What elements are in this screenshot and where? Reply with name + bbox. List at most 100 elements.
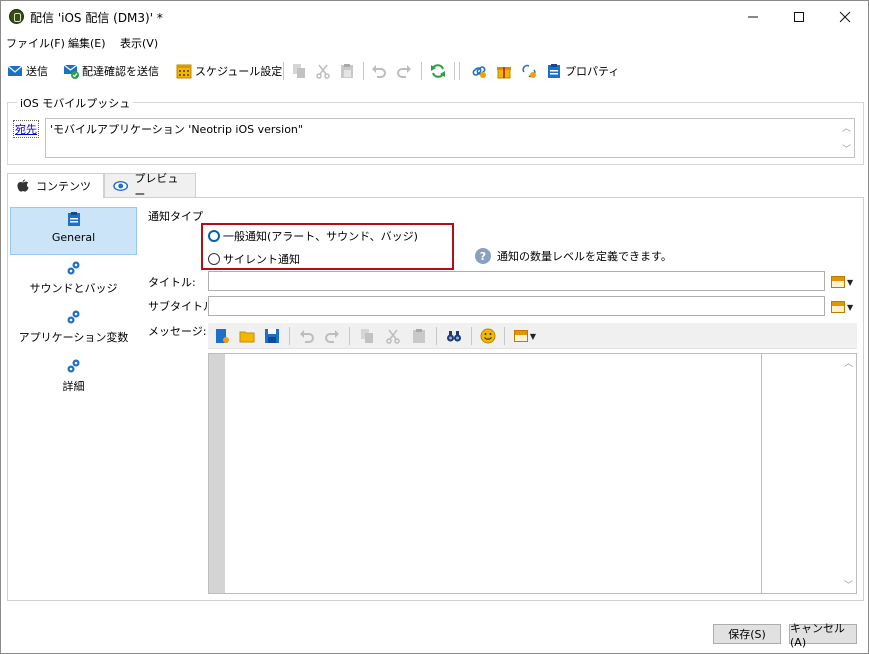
title-label: タイトル: (148, 276, 196, 289)
nav-sound-badge[interactable]: サウンドとバッジ (10, 257, 137, 305)
refresh-button[interactable] (430, 61, 446, 81)
link-button[interactable] (471, 61, 487, 81)
gift-button[interactable] (496, 61, 512, 81)
properties-button[interactable]: プロパティ (546, 61, 619, 81)
nav-app-variables-label: アプリケーション変数 (18, 331, 129, 344)
tab-content[interactable]: コンテンツ (7, 173, 104, 198)
gears-icon (67, 261, 79, 275)
copy-button[interactable] (291, 61, 307, 81)
unlink-button[interactable] (521, 61, 537, 81)
clipboard-icon (548, 64, 560, 78)
redo-icon (397, 65, 411, 78)
toolbar-separator (459, 62, 460, 80)
ios-push-group: iOS モバイルプッシュ 宛先 'モバイルアプリケーション 'Neotrip i… (7, 95, 864, 165)
window-title: 配信 'iOS 配信 (DM3)' * (30, 11, 163, 25)
calendar-icon (176, 64, 192, 79)
save-file-button[interactable] (263, 327, 281, 345)
editor-redo-button[interactable] (323, 327, 341, 345)
copy-icon (361, 329, 373, 343)
apple-icon (17, 179, 29, 192)
schedule-label: スケジュール設定 (195, 65, 283, 78)
radio-standard-notification[interactable]: 一般通知(アラート、サウンド、バッジ) (208, 228, 418, 244)
properties-label: プロパティ (565, 65, 620, 78)
help-hint: ? 通知の数量レベルを定義できます。 (475, 248, 672, 264)
scroll-up-icon[interactable]: ︿ (844, 356, 853, 369)
personalization-icon (831, 301, 845, 313)
toolbar-separator (454, 62, 455, 80)
chevron-down-icon: ▼ (529, 331, 537, 341)
unlink-icon (522, 64, 536, 78)
save-button[interactable]: 保存(S) (713, 624, 781, 644)
scroll-down-icon[interactable]: ﹀ (842, 142, 851, 155)
menu-view[interactable]: 表示(V) (120, 35, 158, 51)
undo-button[interactable] (371, 61, 387, 81)
scroll-down-icon[interactable]: ﹀ (844, 578, 853, 591)
new-document-button[interactable] (213, 327, 231, 345)
send-button[interactable]: 送信 (7, 61, 48, 81)
menu-file[interactable]: ファイル(F) (6, 35, 65, 51)
editor-copy-button[interactable] (358, 327, 376, 345)
to-link[interactable]: 宛先 (13, 120, 39, 138)
maximize-button[interactable] (776, 1, 822, 32)
tab-preview[interactable]: プレビュー (104, 172, 196, 201)
close-icon (839, 11, 851, 22)
editor-paste-button[interactable] (410, 327, 428, 345)
personalization-icon (513, 330, 528, 342)
personalization-icon (831, 276, 845, 288)
emoji-button[interactable] (479, 327, 497, 345)
toolbar-separator (421, 62, 422, 80)
message-editor[interactable]: ︿ ﹀ (208, 353, 857, 594)
paste-button[interactable] (339, 61, 355, 81)
send-proof-button[interactable]: 配達確認を送信 (63, 61, 159, 81)
editor-undo-button[interactable] (298, 327, 316, 345)
menu-edit[interactable]: 編集(E) (68, 35, 106, 51)
editor-cut-button[interactable] (384, 327, 402, 345)
nav-app-variables[interactable]: アプリケーション変数 (10, 306, 137, 354)
radio-standard-label: 一般通知(アラート、サウンド、バッジ) (223, 230, 418, 243)
schedule-button[interactable]: スケジュール設定 (176, 61, 282, 81)
close-button[interactable] (822, 1, 868, 32)
find-button[interactable] (445, 327, 463, 345)
new-document-icon (216, 329, 229, 343)
redo-button[interactable] (396, 61, 412, 81)
copy-icon (293, 64, 305, 78)
delivery-window: 配信 'iOS 配信 (DM3)' * ファイル(F) 編集(E) 表示(V) … (0, 0, 869, 654)
toolbar-separator (283, 62, 284, 80)
paste-icon (341, 64, 353, 78)
folder-icon (239, 331, 255, 343)
minimize-button[interactable] (730, 1, 776, 32)
link-icon (472, 66, 486, 78)
message-toolbar: ▼ (208, 323, 857, 349)
open-folder-button[interactable] (238, 327, 256, 345)
chevron-down-icon: ▼ (847, 302, 854, 312)
undo-icon (300, 330, 314, 343)
editor-divider (761, 354, 762, 593)
send-label: 送信 (26, 65, 48, 78)
nav-general[interactable]: General (10, 207, 137, 255)
gears-icon (67, 310, 79, 324)
help-icon: ? (475, 248, 491, 264)
editor-personalization-button[interactable]: ▼ (511, 327, 539, 345)
envelope-icon (7, 65, 23, 76)
radio-silent-notification[interactable]: サイレント通知 (208, 251, 300, 267)
recipient-field[interactable]: 'モバイルアプリケーション 'Neotrip iOS version" ︿ ﹀ (45, 118, 855, 158)
cancel-button[interactable]: キャンセル(A) (789, 622, 857, 649)
nav-sound-badge-label: サウンドとバッジ (29, 282, 118, 295)
subtitle-personalization-button[interactable]: ▼ (831, 298, 857, 316)
nav-advanced-label: 詳細 (62, 380, 85, 393)
scroll-up-icon[interactable]: ︿ (842, 121, 851, 134)
gift-icon (497, 67, 511, 79)
toolbar-separator (504, 327, 505, 345)
toolbar-separator (471, 327, 472, 345)
nav-advanced[interactable]: 詳細 (10, 355, 137, 403)
eye-icon (113, 180, 129, 191)
cut-button[interactable] (315, 61, 331, 81)
title-input[interactable] (208, 271, 825, 291)
subtitle-input[interactable] (208, 296, 825, 316)
smiley-icon (480, 328, 496, 344)
toolbar-separator (436, 327, 437, 345)
scissors-icon (386, 329, 400, 344)
title-personalization-button[interactable]: ▼ (831, 273, 857, 291)
recipient-value: 'モバイルアプリケーション 'Neotrip iOS version" (50, 123, 303, 136)
minimize-icon (748, 16, 758, 17)
